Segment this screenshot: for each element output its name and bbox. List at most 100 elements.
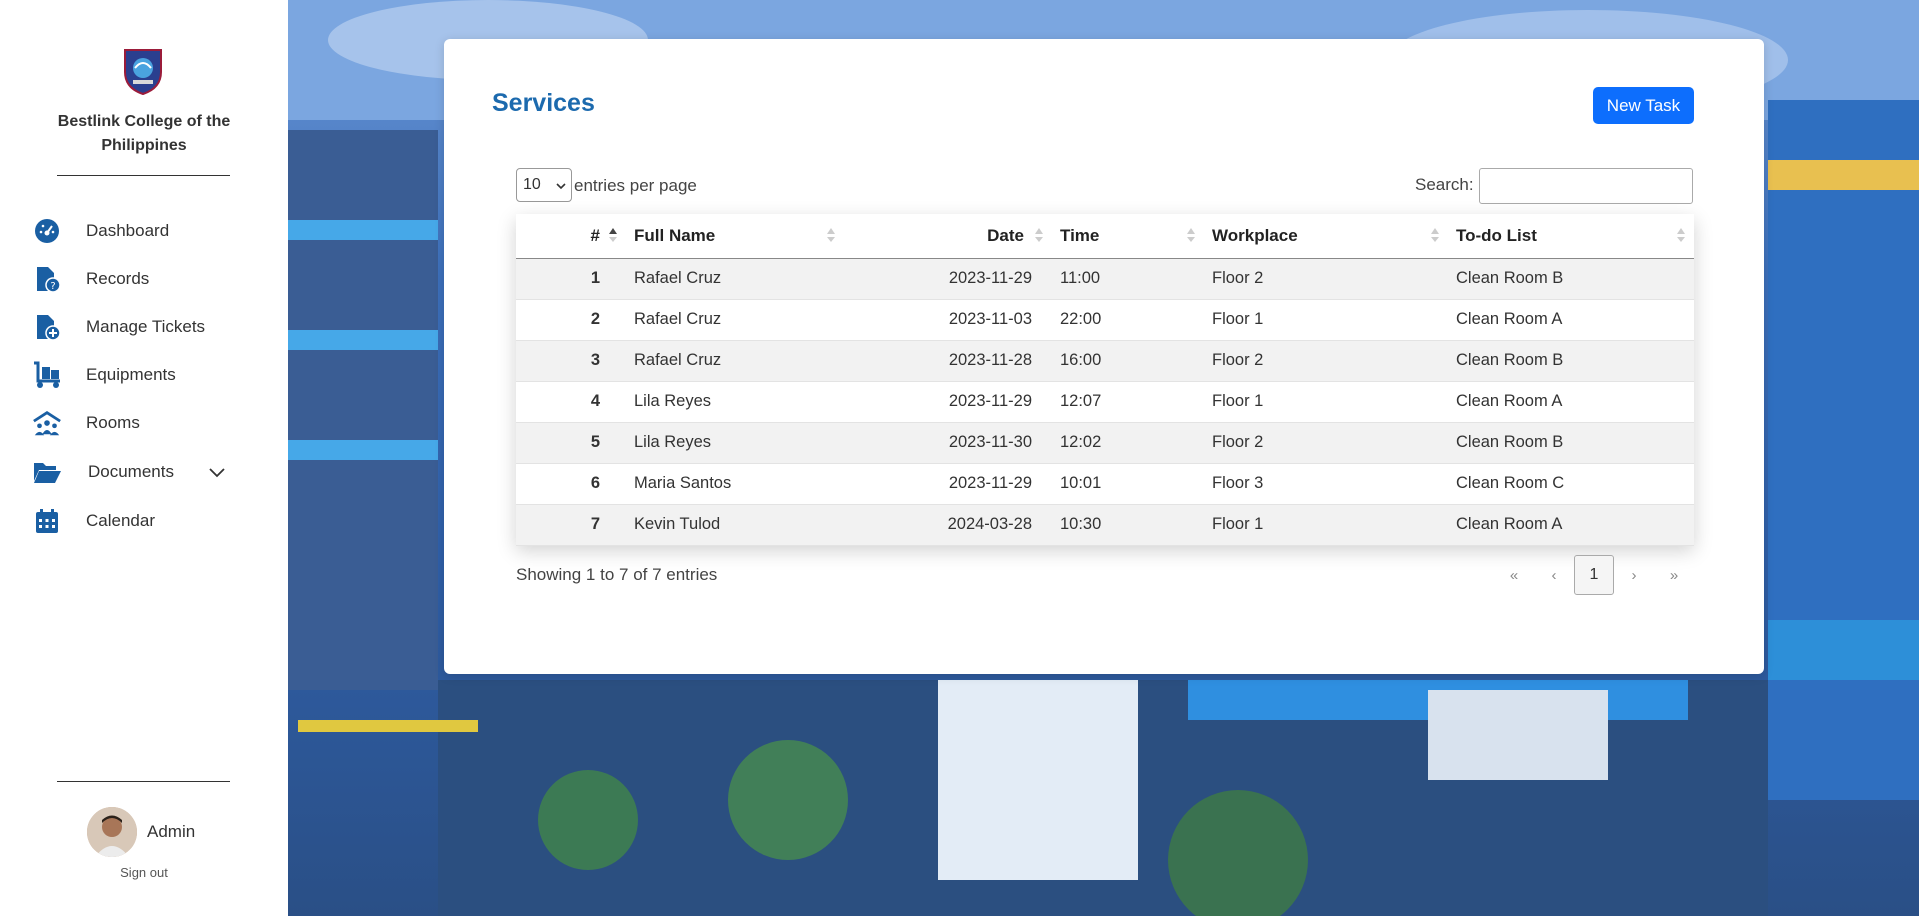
cell-workplace: Floor 2 [1204,422,1448,464]
sidebar-item-label: Manage Tickets [86,317,206,336]
sidebar-item-equipments[interactable]: Equipments [32,355,272,395]
cell-full-name: Rafael Cruz [626,299,844,341]
pagination-page-current[interactable]: 1 [1574,555,1614,595]
column-header-workplace[interactable]: Workplace [1204,214,1448,259]
sort-icon [1187,228,1195,242]
pagination: « ‹ 1 › » [1494,555,1694,595]
column-header-full-name[interactable]: Full Name [626,214,844,259]
calendar-icon [32,506,62,536]
cell-full-name: Maria Santos [626,463,844,505]
sidebar-item-label: Dashboard [86,221,170,240]
cell-time: 10:30 [1052,504,1204,546]
table-row[interactable]: 7 Kevin Tulod 2024-03-28 10:30 Floor 1 C… [516,504,1694,546]
cell-number: 7 [516,504,626,546]
cell-todo: Clean Room A [1448,299,1694,341]
search-input[interactable] [1479,168,1693,204]
sidebar-item-label: Equipments [86,365,176,384]
entries-per-page-value: 10 [523,176,541,193]
table-row[interactable]: 5 Lila Reyes 2023-11-30 12:02 Floor 2 Cl… [516,422,1694,464]
cell-time: 12:07 [1052,381,1204,423]
table-header-row: # Full Name Date Time Workplace To-do Li… [516,214,1694,259]
cell-full-name: Lila Reyes [626,381,844,423]
user-name: Admin [147,822,196,841]
services-table: # Full Name Date Time Workplace To-do Li… [516,214,1694,546]
sidebar-item-rooms[interactable]: Rooms [32,403,272,443]
cell-time: 12:02 [1052,422,1204,464]
sidebar-item-manage-tickets[interactable]: Manage Tickets [32,307,272,347]
cell-todo: Clean Room C [1448,463,1694,505]
pagination-last[interactable]: » [1654,555,1694,595]
cell-todo: Clean Room A [1448,504,1694,546]
folder-open-icon [32,457,62,487]
file-plus-icon [32,312,62,342]
entries-per-page-label: entries per page [574,176,697,195]
cell-todo: Clean Room B [1448,422,1694,464]
cell-number: 2 [516,299,626,341]
table-row[interactable]: 3 Rafael Cruz 2023-11-28 16:00 Floor 2 C… [516,340,1694,382]
table-row[interactable]: 1 Rafael Cruz 2023-11-29 11:00 Floor 2 C… [516,258,1694,300]
cell-workplace: Floor 1 [1204,504,1448,546]
cell-full-name: Rafael Cruz [626,258,844,300]
page-title: Services [492,89,595,117]
services-card: Services New Task 10 entries per page Se… [444,39,1764,674]
sidebar-item-label: Documents [88,462,174,481]
sign-out-link[interactable]: Sign out [90,865,198,880]
table-row[interactable]: 4 Lila Reyes 2023-11-29 12:07 Floor 1 Cl… [516,381,1694,423]
chevron-down-icon [555,179,567,197]
cell-workplace: Floor 1 [1204,381,1448,423]
cell-workplace: Floor 2 [1204,340,1448,382]
entries-per-page-select[interactable]: 10 [516,168,572,202]
sidebar-item-records[interactable]: ? Records [32,259,272,299]
sidebar-item-documents[interactable]: Documents [32,452,272,492]
sidebar-item-label: Records [86,269,150,288]
avatar [87,807,137,857]
sidebar-item-calendar[interactable]: Calendar [32,501,272,541]
cell-workplace: Floor 1 [1204,299,1448,341]
college-logo [124,49,162,96]
cell-number: 4 [516,381,626,423]
cell-number: 3 [516,340,626,382]
cell-time: 11:00 [1052,258,1204,300]
sidebar-divider-top [57,175,230,176]
gauge-icon [32,216,62,246]
cell-time: 22:00 [1052,299,1204,341]
table-info: Showing 1 to 7 of 7 entries [516,565,718,584]
table-row[interactable]: 2 Rafael Cruz 2023-11-03 22:00 Floor 1 C… [516,299,1694,341]
org-name: Bestlink College of the Philippines [57,113,231,154]
cell-workplace: Floor 3 [1204,463,1448,505]
pagination-first[interactable]: « [1494,555,1534,595]
sort-ascending-icon [609,228,617,242]
pagination-next[interactable]: › [1614,555,1654,595]
cell-full-name: Rafael Cruz [626,340,844,382]
cell-date: 2023-11-29 [844,381,1052,423]
cell-number: 6 [516,463,626,505]
sidebar-item-dashboard[interactable]: Dashboard [32,211,272,251]
sidebar: Bestlink College of the Philippines Dash… [0,0,288,916]
cell-date: 2023-11-03 [844,299,1052,341]
cell-date: 2024-03-28 [844,504,1052,546]
cell-date: 2023-11-30 [844,422,1052,464]
cell-full-name: Lila Reyes [626,422,844,464]
cell-todo: Clean Room B [1448,258,1694,300]
column-header-number[interactable]: # [516,214,626,259]
svg-text:?: ? [50,281,55,292]
pagination-previous[interactable]: ‹ [1534,555,1574,595]
new-task-button[interactable]: New Task [1593,87,1694,124]
sort-icon [1677,228,1685,242]
sort-icon [1035,228,1043,242]
file-question-icon: ? [32,264,62,294]
sidebar-divider-bottom [57,781,230,782]
cell-todo: Clean Room B [1448,340,1694,382]
sidebar-item-label: Calendar [86,511,155,530]
cell-full-name: Kevin Tulod [626,504,844,546]
column-header-todo-list[interactable]: To-do List [1448,214,1694,259]
column-header-time[interactable]: Time [1052,214,1204,259]
cell-time: 10:01 [1052,463,1204,505]
search-label: Search: [1415,175,1474,194]
cell-number: 1 [516,258,626,300]
column-header-date[interactable]: Date [844,214,1052,259]
table-row[interactable]: 6 Maria Santos 2023-11-29 10:01 Floor 3 … [516,463,1694,505]
chevron-down-icon[interactable] [208,463,226,486]
user-profile[interactable]: Admin [87,807,195,857]
cell-number: 5 [516,422,626,464]
